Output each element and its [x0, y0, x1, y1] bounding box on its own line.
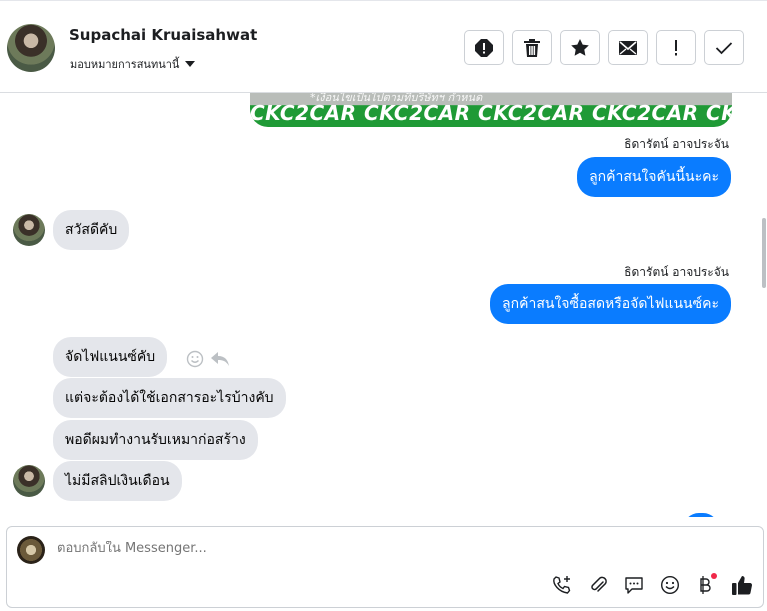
reply-composer: [6, 526, 764, 608]
attach-button[interactable]: [586, 573, 609, 596]
paperclip-icon: [590, 576, 607, 592]
sender-name: ธิดารัตน์ อาจประจัน: [624, 137, 729, 151]
message-bubble-incoming[interactable]: แต่จะต้องได้ใช้เอกสารอะไรบ้างคับ: [53, 378, 286, 418]
contact-avatar[interactable]: [7, 24, 55, 72]
message-bubble-outgoing[interactable]: ลูกค้าสนใจคันนี้นะคะ: [577, 157, 731, 197]
emoji-button[interactable]: [658, 573, 681, 596]
check-icon: [715, 41, 733, 54]
emoji-icon: [660, 575, 679, 594]
banner-watermark: CKC2CAR CKC2CAR CKC2CAR CKC2CAR CKC2CAR …: [250, 101, 732, 125]
contact-avatar-small[interactable]: [13, 465, 45, 497]
thread-scrollbar[interactable]: [761, 93, 767, 517]
message-bubble-incoming[interactable]: พอดีผมทำงานรับเหมาก่อสร้าง: [53, 420, 258, 460]
trash-icon: [524, 38, 540, 57]
conversation-header: Supachai Kruaisahwat มอบหมายการสนทนานี้: [0, 0, 767, 93]
message-bubble-outgoing[interactable]: ลูกค้าสนใจซื้อสดหรือจัดไฟแนนซ์คะ: [490, 284, 731, 324]
page-avatar: [17, 536, 45, 564]
assign-conversation-dropdown[interactable]: มอบหมายการสนทนานี้: [70, 55, 196, 73]
composer-toolbar: [550, 573, 753, 596]
assign-conversation-label: มอบหมายการสนทนานี้: [70, 58, 180, 71]
reply-input[interactable]: [57, 541, 717, 556]
contact-avatar-small[interactable]: [13, 214, 45, 246]
mark-unread-button[interactable]: [608, 30, 648, 65]
scrollbar-thumb[interactable]: [762, 218, 766, 288]
star-button[interactable]: [560, 30, 600, 65]
header-divider: [0, 0, 767, 4]
mark-done-button[interactable]: [704, 30, 744, 65]
delete-button[interactable]: [512, 30, 552, 65]
caret-down-icon: [185, 61, 196, 67]
message-hover-actions: [186, 350, 230, 368]
conversation-actions: [464, 30, 744, 65]
call-add-icon: [552, 575, 570, 594]
speech-bubble-icon: [624, 576, 643, 594]
sender-name: ธิดารัตน์ อาจประจัน: [624, 265, 729, 279]
contact-name[interactable]: Supachai Kruaisahwat: [69, 26, 257, 44]
message-thread[interactable]: *เงื่อนไขเป็นไปตามที่บริษัทฯ กำหนด CKC2C…: [0, 93, 767, 517]
message-bubble-incoming[interactable]: สวัสดีคับ: [53, 210, 130, 250]
reply-icon[interactable]: [210, 351, 230, 367]
shared-car-image[interactable]: *เงื่อนไขเป็นไปตามที่บริษัทฯ กำหนด CKC2C…: [250, 93, 732, 127]
payment-button[interactable]: [694, 573, 717, 596]
follow-up-button[interactable]: [656, 30, 696, 65]
thumbs-up-icon: [731, 575, 752, 595]
like-button[interactable]: [730, 573, 753, 596]
call-add-button[interactable]: [550, 573, 573, 596]
notification-dot: [711, 573, 717, 579]
message-bubble-outgoing-partial: [683, 513, 719, 517]
spam-button[interactable]: [464, 30, 504, 65]
alert-circle-icon: [475, 38, 493, 57]
message-bubble-incoming[interactable]: จัดไฟแนนซ์คับ: [53, 337, 168, 377]
envelope-icon: [619, 40, 637, 55]
smiley-react-icon[interactable]: [186, 350, 204, 368]
star-icon: [571, 38, 589, 56]
message-bubble-incoming[interactable]: ไม่มีสลิปเงินเดือน: [53, 461, 182, 501]
exclamation-icon: [675, 39, 677, 55]
saved-replies-button[interactable]: [622, 573, 645, 596]
